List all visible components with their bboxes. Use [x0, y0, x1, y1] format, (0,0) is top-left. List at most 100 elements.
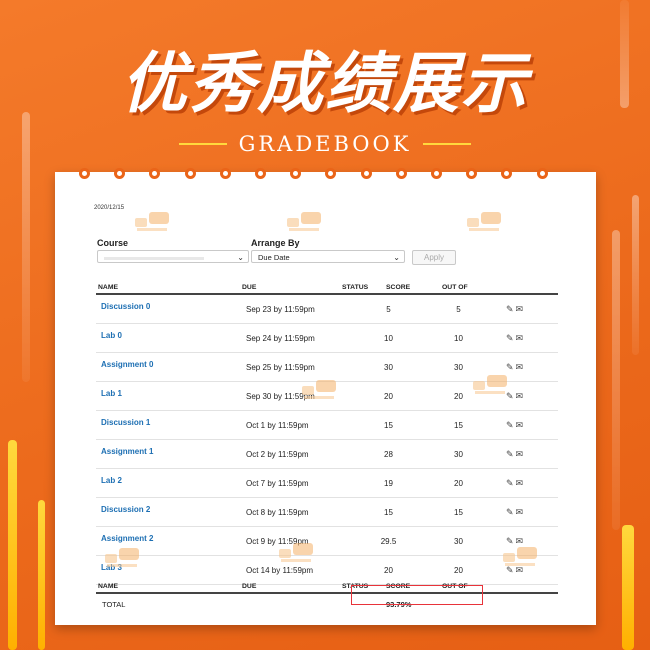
binder-ring [114, 168, 126, 179]
row-actions: ✎✉ [506, 478, 525, 489]
watermark-icon [473, 375, 509, 401]
col-name: NAME [98, 583, 119, 590]
decor-streak [612, 230, 620, 530]
score-value: 5 [386, 305, 391, 314]
grades-table: NAME DUE STATUS SCORE OUT OF Discussion … [96, 282, 558, 585]
rubric-icon[interactable]: ✎ [506, 449, 516, 459]
table-row: Discussion 2 Oct 8 by 11:59pm 15 15 ✎✉ [96, 498, 558, 527]
rubric-icon[interactable]: ✎ [506, 304, 516, 314]
assignment-link[interactable]: Assignment 0 [101, 360, 153, 369]
binder-ring [149, 168, 161, 179]
score-value: 20 [384, 566, 393, 575]
out-of-value: 30 [454, 537, 463, 546]
assignment-link[interactable]: Assignment 2 [101, 534, 153, 543]
due-date: Sep 25 by 11:59pm [246, 363, 315, 372]
report-date: 2020/12/15 [94, 205, 125, 211]
binder-ring [184, 168, 196, 179]
chevron-down-icon: ⌄ [237, 253, 244, 262]
arrange-label: Arrange By [251, 238, 300, 248]
score-value: 29.5 [380, 537, 397, 546]
comment-icon[interactable]: ✉ [516, 507, 526, 517]
gradebook-card: 2020/12/15 Course ⌄ Arrange By Due Date … [55, 168, 596, 625]
banner-subtitle: GRADEBOOK [238, 132, 412, 156]
out-of-value: 20 [454, 392, 463, 401]
comment-icon[interactable]: ✉ [516, 478, 526, 488]
decor-streak [38, 500, 45, 650]
due-date: Oct 8 by 11:59pm [246, 508, 309, 517]
arrange-value: Due Date [258, 253, 290, 262]
assignment-link[interactable]: Lab 0 [101, 331, 122, 340]
footer-header: NAME DUE STATUS SCORE OUT OF [96, 581, 558, 592]
watermark-icon [287, 212, 323, 238]
out-of-value: 15 [454, 421, 463, 430]
chevron-down-icon: ⌄ [393, 253, 400, 262]
watermark-icon [105, 548, 141, 574]
watermark-icon [467, 212, 503, 238]
course-label: Course [97, 238, 129, 248]
rubric-icon[interactable]: ✎ [506, 478, 516, 488]
col-due: DUE [242, 284, 257, 291]
assignment-link[interactable]: Assignment 1 [101, 447, 153, 456]
row-actions: ✎✉ [506, 507, 525, 518]
score-value: 28 [384, 450, 393, 459]
rubric-icon[interactable]: ✎ [506, 536, 516, 546]
watermark-icon [279, 543, 315, 569]
divider [423, 143, 472, 145]
banner: 优秀成绩展示 GRADEBOOK [0, 30, 650, 156]
table-row: Assignment 1 Oct 2 by 11:59pm 28 30 ✎✉ [96, 440, 558, 469]
table-row: Lab 0 Sep 24 by 11:59pm 10 10 ✎✉ [96, 324, 558, 353]
decor-streak [8, 440, 17, 650]
banner-title: 优秀成绩展示 [121, 44, 529, 122]
assignment-link[interactable]: Discussion 2 [101, 505, 150, 514]
comment-icon[interactable]: ✉ [516, 362, 526, 372]
decor-streak [622, 525, 634, 650]
comment-icon[interactable]: ✉ [516, 420, 526, 430]
comment-icon[interactable]: ✉ [516, 536, 526, 546]
table-row: Discussion 1 Oct 1 by 11:59pm 15 15 ✎✉ [96, 411, 558, 440]
assignment-link[interactable]: Lab 2 [101, 476, 122, 485]
binder-ring [536, 168, 548, 179]
rubric-icon[interactable]: ✎ [506, 507, 516, 517]
binder-ring [395, 168, 407, 179]
col-status: STATUS [342, 284, 369, 291]
binder-ring [79, 168, 90, 179]
row-actions: ✎✉ [506, 333, 525, 344]
comment-icon[interactable]: ✉ [516, 391, 526, 401]
assignment-link[interactable]: Discussion 0 [101, 302, 150, 311]
rubric-icon[interactable]: ✎ [506, 420, 516, 430]
row-actions: ✎✉ [506, 304, 525, 315]
total-highlight-box [351, 585, 483, 605]
due-date: Oct 1 by 11:59pm [246, 421, 309, 430]
col-due: DUE [242, 583, 257, 590]
assignment-link[interactable]: Discussion 1 [101, 418, 150, 427]
binder-ring [431, 168, 442, 179]
divider [178, 143, 227, 145]
comment-icon[interactable]: ✉ [516, 333, 526, 343]
total-row: TOTAL 93.79% [96, 594, 558, 614]
col-score: SCORE [386, 284, 411, 291]
rubric-icon[interactable]: ✎ [506, 333, 516, 343]
comment-icon[interactable]: ✉ [516, 304, 526, 314]
binder-ring [219, 168, 231, 179]
binder-ring [501, 168, 513, 179]
watermark-icon [135, 212, 171, 238]
score-value: 19 [384, 479, 393, 488]
course-select[interactable]: ⌄ [97, 250, 249, 263]
comment-icon[interactable]: ✉ [516, 449, 526, 459]
table-row: Assignment 2 Oct 9 by 11:59pm 29.5 30 ✎✉ [96, 527, 558, 556]
score-value: 15 [384, 421, 393, 430]
out-of-value: 20 [454, 566, 463, 575]
assignment-link[interactable]: Lab 1 [101, 389, 122, 398]
arrange-select[interactable]: Due Date ⌄ [251, 250, 405, 263]
due-date: Oct 7 by 11:59pm [246, 479, 309, 488]
rubric-icon[interactable]: ✎ [506, 362, 516, 372]
out-of-value: 15 [454, 508, 463, 517]
watermark-icon [302, 380, 338, 406]
out-of-value: 10 [454, 334, 463, 343]
table-row: Lab 2 Oct 7 by 11:59pm 19 20 ✎✉ [96, 469, 558, 498]
row-actions: ✎✉ [506, 362, 525, 373]
binder-ring [290, 168, 302, 179]
out-of-value: 30 [454, 450, 463, 459]
score-value: 15 [384, 508, 393, 517]
apply-button[interactable]: Apply [412, 250, 456, 265]
